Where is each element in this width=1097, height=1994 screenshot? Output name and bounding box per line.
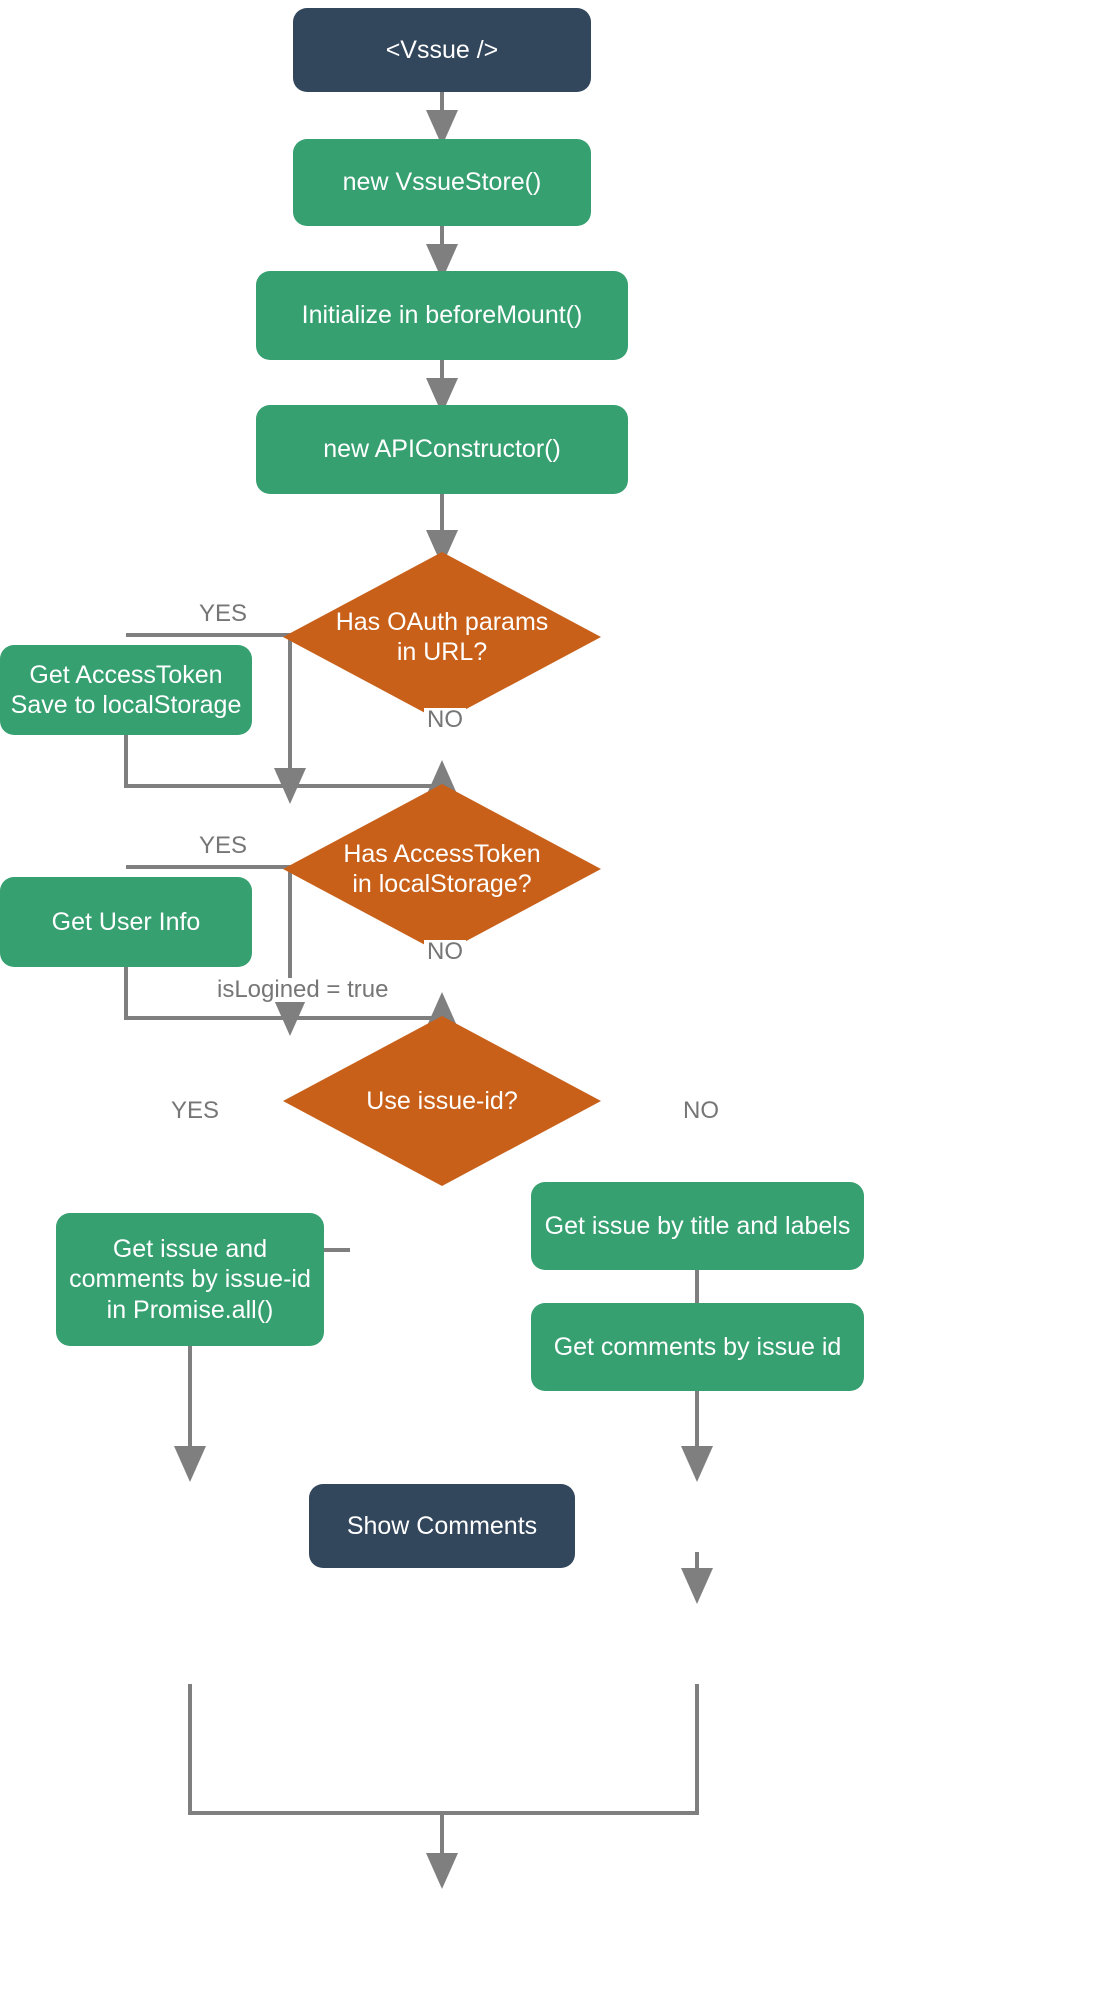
node-initialize-before-mount[interactable]: Initialize in beforeMount() xyxy=(256,271,628,360)
node-new-vssue-store[interactable]: new VssueStore() xyxy=(293,139,591,226)
flowchart-canvas: <Vssue /> new VssueStore() Initialize in… xyxy=(0,0,1097,1994)
node-has-oauth-params[interactable]: Has OAuth params in URL? xyxy=(283,552,601,722)
node-use-issue-id[interactable]: Use issue-id? xyxy=(283,1016,601,1186)
node-has-oauth-params-label: Has OAuth params in URL? xyxy=(335,607,549,667)
edge-label-issue-no-text: NO xyxy=(683,1097,719,1124)
node-new-api-constructor-label: new APIConstructor() xyxy=(323,435,561,464)
node-get-user-info-label: Get User Info xyxy=(51,907,201,936)
edge-label-oauth-yes: YES xyxy=(196,600,251,627)
edge-label-is-logined: isLogined = true xyxy=(214,976,392,1003)
edge-label-issue-yes: YES xyxy=(168,1097,223,1124)
node-get-issue-by-title-and-labels-label: Get issue by title and labels xyxy=(544,1211,851,1240)
node-get-user-info[interactable]: Get User Info xyxy=(0,877,252,967)
node-new-api-constructor[interactable]: new APIConstructor() xyxy=(256,405,628,494)
node-get-issue-and-comments-by-id[interactable]: Get issue and comments by issue-id in Pr… xyxy=(56,1213,324,1346)
edge-label-oauth-no-text: NO xyxy=(427,706,463,733)
edge-label-oauth-no: NO xyxy=(424,708,466,732)
node-has-access-token-label: Has AccessToken in localStorage? xyxy=(343,839,541,899)
edge-label-issue-yes-text: YES xyxy=(171,1097,220,1124)
node-get-access-token-label: Get AccessToken Save to localStorage xyxy=(10,660,242,720)
node-has-access-token[interactable]: Has AccessToken in localStorage? xyxy=(283,784,601,954)
edge-label-is-logined-text: isLogined = true xyxy=(217,976,389,1003)
node-show-comments[interactable]: Show Comments xyxy=(309,1484,575,1568)
edge-label-oauth-yes-text: YES xyxy=(199,600,248,627)
edge-label-issue-no: NO xyxy=(680,1099,722,1123)
node-get-comments-by-issue-id[interactable]: Get comments by issue id xyxy=(531,1303,864,1391)
node-vssue-label: <Vssue /> xyxy=(385,35,499,64)
node-get-comments-by-issue-id-label: Get comments by issue id xyxy=(553,1332,842,1361)
edge-label-token-yes: YES xyxy=(196,832,251,859)
node-vssue[interactable]: <Vssue /> xyxy=(293,8,591,92)
node-initialize-before-mount-label: Initialize in beforeMount() xyxy=(301,301,583,330)
node-new-vssue-store-label: new VssueStore() xyxy=(342,168,542,197)
node-use-issue-id-label: Use issue-id? xyxy=(366,1086,518,1115)
edge-bottom-merge xyxy=(188,1684,699,1815)
node-get-issue-and-comments-by-id-label: Get issue and comments by issue-id in Pr… xyxy=(69,1234,311,1324)
node-get-issue-by-title-and-labels[interactable]: Get issue by title and labels xyxy=(531,1182,864,1270)
edge-label-token-no-text: NO xyxy=(427,938,463,965)
edge-label-token-yes-text: YES xyxy=(199,832,248,859)
node-show-comments-label: Show Comments xyxy=(346,1511,538,1540)
node-get-access-token[interactable]: Get AccessToken Save to localStorage xyxy=(0,645,252,735)
edge-label-token-no: NO xyxy=(424,940,466,964)
edge-token-join xyxy=(124,735,442,788)
